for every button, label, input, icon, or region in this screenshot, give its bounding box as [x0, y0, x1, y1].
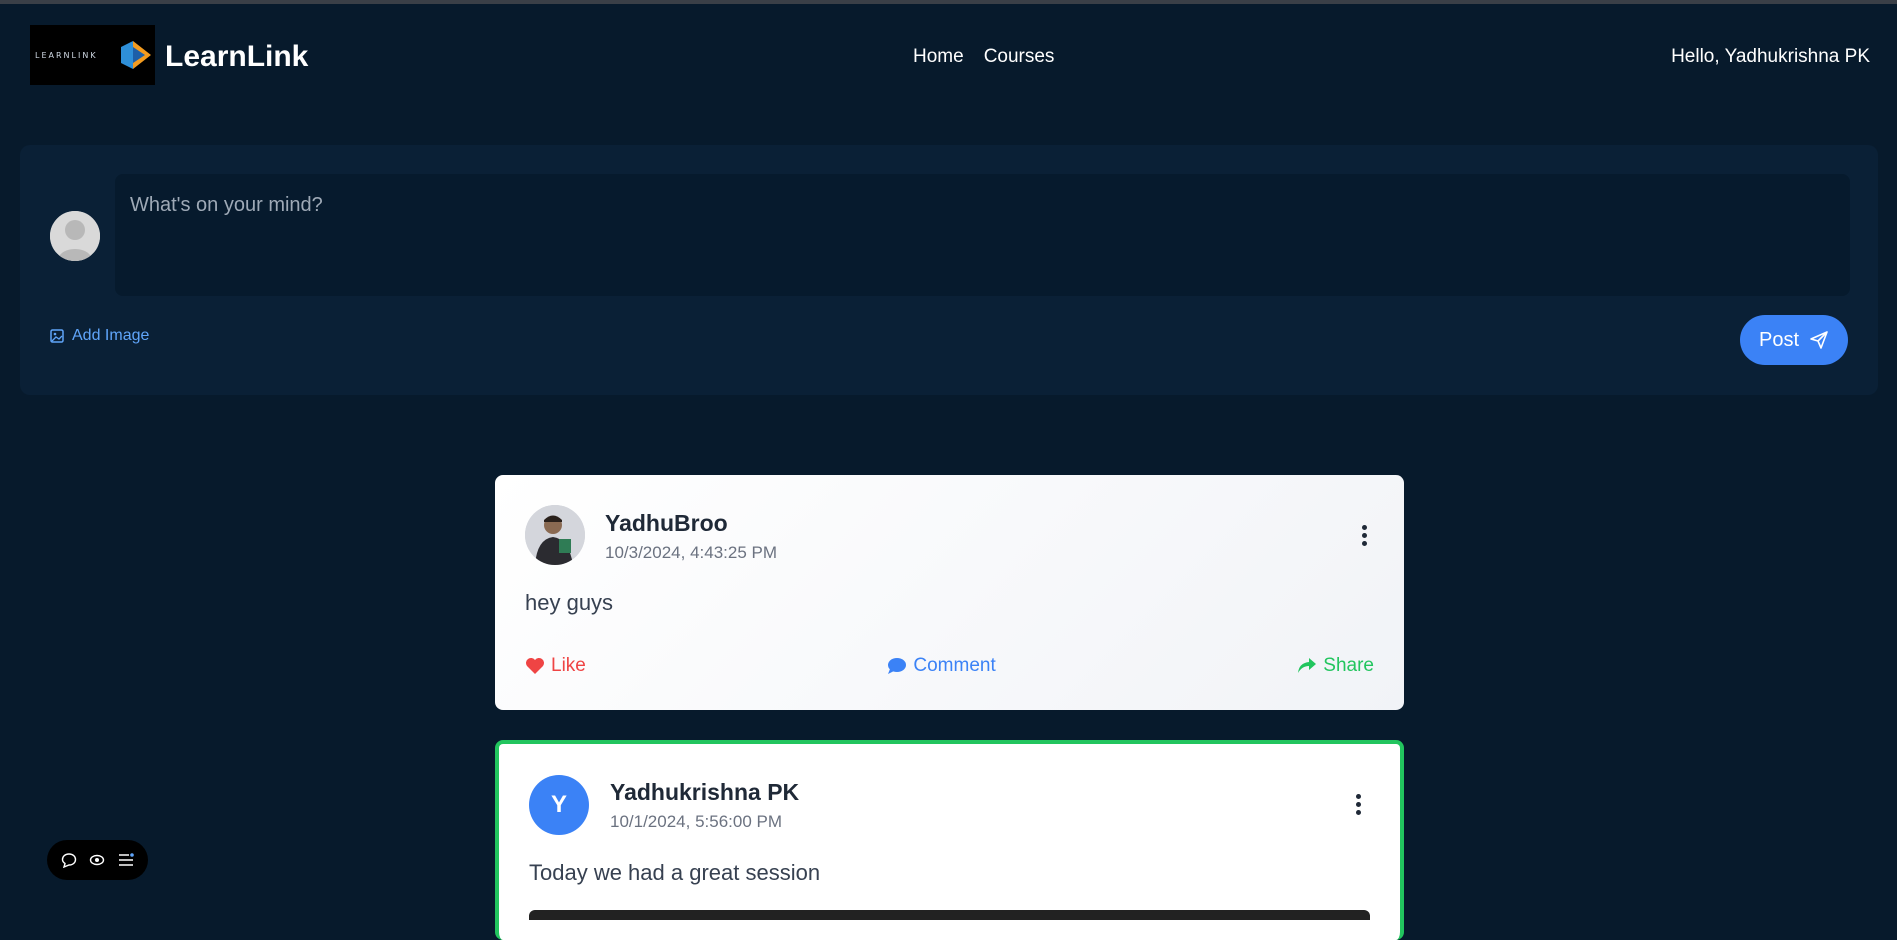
nav-home[interactable]: Home — [913, 46, 964, 68]
heart-icon — [526, 658, 544, 674]
logo-text: LEARNLINK — [35, 50, 98, 60]
post-input[interactable] — [115, 174, 1850, 296]
share-label: Share — [1323, 655, 1374, 676]
post-author[interactable]: Yadhukrishna PK — [610, 779, 799, 806]
post-composer: Add Image Post — [20, 145, 1878, 395]
post-button[interactable]: Post — [1740, 315, 1848, 365]
floating-toolbar — [47, 840, 148, 880]
composer-avatar — [50, 211, 100, 261]
post-timestamp: 10/3/2024, 4:43:25 PM — [605, 543, 778, 562]
menu-icon[interactable] — [117, 851, 135, 869]
more-options-button[interactable] — [1354, 520, 1374, 550]
share-button[interactable]: Share — [1297, 655, 1374, 677]
default-avatar-icon — [50, 211, 100, 261]
avatar-photo — [525, 505, 585, 565]
eye-icon[interactable] — [88, 851, 106, 869]
comment-button[interactable]: Comment — [887, 655, 996, 677]
nav-courses[interactable]: Courses — [984, 46, 1055, 68]
post-button-label: Post — [1758, 328, 1800, 351]
site-header: LEARNLINK LearnLink Home Courses Hello, … — [0, 4, 1897, 108]
post-card: YadhuBroo 10/3/2024, 4:43:25 PM hey guys… — [495, 475, 1404, 710]
more-vertical-icon — [1355, 793, 1361, 799]
image-icon — [50, 329, 64, 343]
comment-icon — [888, 658, 907, 674]
like-button[interactable]: Like — [525, 655, 586, 677]
post-author[interactable]: YadhuBroo — [605, 510, 728, 537]
logo[interactable]: LEARNLINK — [30, 25, 155, 85]
user-greeting: Hello, Yadhukrishna PK — [1671, 46, 1870, 67]
like-label: Like — [551, 655, 586, 676]
more-options-button[interactable] — [1348, 789, 1368, 819]
more-vertical-icon — [1361, 524, 1367, 530]
author-avatar[interactable] — [525, 505, 585, 565]
add-image-label: Add Image — [72, 327, 150, 344]
share-icon — [1298, 658, 1317, 673]
send-icon — [1810, 331, 1828, 349]
post-card-highlighted: Y Yadhukrishna PK 10/1/2024, 5:56:00 PM … — [495, 740, 1404, 940]
post-timestamp: 10/1/2024, 5:56:00 PM — [610, 812, 783, 831]
post-image[interactable] — [529, 910, 1370, 920]
main-nav: Home Courses — [913, 46, 1054, 68]
logo-mark-icon — [121, 41, 151, 69]
comment-label: Comment — [913, 655, 996, 676]
brand-name[interactable]: LearnLink — [165, 40, 308, 74]
add-image-button[interactable]: Add Image — [50, 327, 149, 345]
chat-icon[interactable] — [60, 851, 78, 869]
post-text: hey guys — [525, 590, 614, 615]
post-text: Today we had a great session — [529, 860, 821, 885]
post-actions: Like Comment Share — [525, 655, 1374, 677]
author-avatar[interactable]: Y — [529, 775, 589, 835]
